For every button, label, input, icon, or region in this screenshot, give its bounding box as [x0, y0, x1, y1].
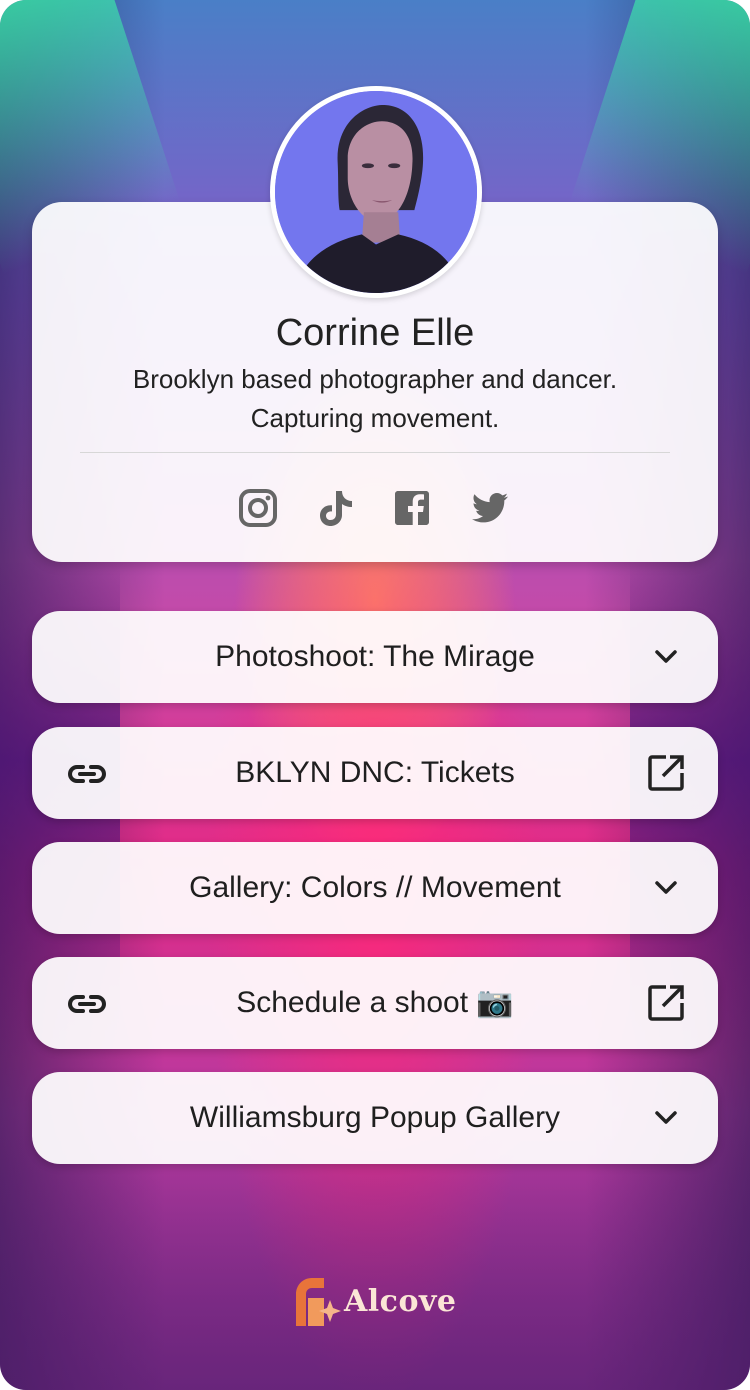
external-link-icon[interactable] [646, 983, 686, 1023]
profile-page: Corrine Elle Brooklyn based photographer… [0, 0, 750, 1390]
profile-name: Corrine Elle [275, 312, 475, 354]
link-button-tickets[interactable]: BKLYN DNC: Tickets [32, 727, 718, 819]
profile-bio: Brooklyn based photographer and dancer. … [32, 360, 718, 438]
profile-bio-line: Brooklyn based photographer and dancer. [132, 364, 618, 394]
brand-name: Alcove [344, 1284, 457, 1319]
link-label: Photoshoot: The Mirage [215, 640, 535, 673]
avatar-portrait [275, 91, 477, 293]
brand-logo[interactable]: Alcove [294, 1276, 464, 1328]
link-label: Gallery: Colors // Movement [189, 871, 561, 904]
avatar [270, 86, 482, 298]
background-shadow [0, 1130, 750, 1390]
link-button-photoshoot[interactable]: Photoshoot: The Mirage [32, 611, 718, 703]
link-button-popup-gallery[interactable]: Williamsburg Popup Gallery [32, 1072, 718, 1164]
alcove-logo-icon [294, 1276, 346, 1328]
social-links [238, 488, 512, 528]
chevron-down-icon[interactable] [646, 1098, 686, 1138]
external-link-icon[interactable] [646, 753, 686, 793]
link-label: Schedule a shoot 📷 [236, 986, 514, 1019]
tiktok-icon[interactable] [316, 488, 356, 528]
divider [80, 452, 670, 453]
profile-bio-line: Capturing movement. [250, 403, 500, 433]
link-label: BKLYN DNC: Tickets [235, 756, 515, 789]
twitter-icon[interactable] [470, 488, 510, 528]
link-label: Williamsburg Popup Gallery [189, 1101, 561, 1134]
chevron-down-icon[interactable] [646, 637, 686, 677]
facebook-icon[interactable] [392, 488, 432, 528]
link-button-schedule[interactable]: Schedule a shoot 📷 [32, 957, 718, 1049]
link-button-gallery[interactable]: Gallery: Colors // Movement [32, 842, 718, 934]
chevron-down-icon[interactable] [646, 868, 686, 908]
instagram-icon[interactable] [238, 488, 278, 528]
